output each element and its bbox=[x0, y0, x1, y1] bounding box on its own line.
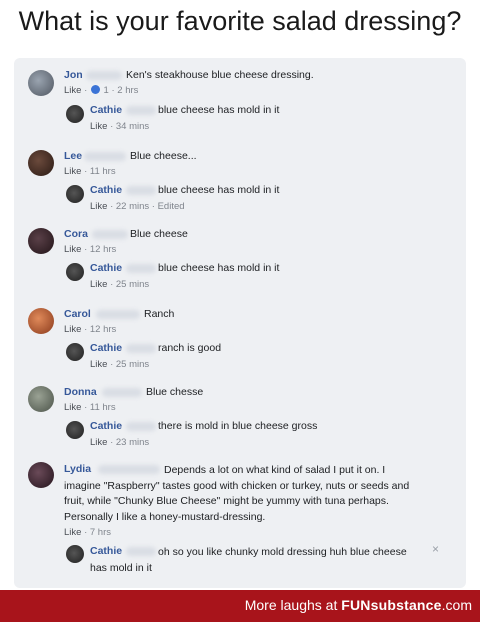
commenter-name[interactable]: Lee bbox=[64, 150, 82, 162]
redacted-surname bbox=[126, 344, 156, 353]
avatar[interactable] bbox=[66, 545, 84, 563]
commenter-name[interactable]: Jon bbox=[64, 69, 83, 81]
comment-text: Blue cheese... bbox=[130, 150, 197, 162]
redacted-surname bbox=[86, 71, 122, 80]
comment-meta: Like · 25 mins bbox=[90, 279, 150, 290]
comment-meta: Like · 11 hrs bbox=[64, 166, 116, 177]
meme-title: What is your favorite salad dressing? bbox=[18, 6, 462, 36]
like-link[interactable]: Like bbox=[64, 244, 81, 255]
comment-text: Depends a lot on what kind of salad I pu… bbox=[64, 464, 410, 523]
comment-meta: Like · 11 hrs bbox=[64, 402, 116, 413]
watermark-footer: More laughs at FUNsubstance.com bbox=[0, 590, 480, 622]
avatar[interactable] bbox=[66, 421, 84, 439]
avatar[interactable] bbox=[66, 343, 84, 361]
comment-text: Ken's steakhouse blue cheese dressing. bbox=[126, 69, 314, 81]
avatar[interactable] bbox=[28, 308, 54, 334]
avatar[interactable] bbox=[28, 228, 54, 254]
avatar[interactable] bbox=[28, 70, 54, 96]
close-icon[interactable]: × bbox=[432, 542, 439, 556]
redacted-surname bbox=[96, 310, 140, 319]
commenter-name[interactable]: Cathie bbox=[90, 184, 122, 196]
like-link[interactable]: Like bbox=[90, 437, 107, 448]
comments-panel: Jon Ken's steakhouse blue cheese dressin… bbox=[14, 58, 466, 588]
comment-meta: Like · 12 hrs bbox=[64, 324, 117, 335]
comment-meta: Like · 34 mins bbox=[90, 121, 150, 132]
like-link[interactable]: Like bbox=[64, 527, 81, 538]
like-link[interactable]: Like bbox=[90, 201, 107, 212]
commenter-name[interactable]: Cathie bbox=[90, 262, 122, 274]
like-link[interactable]: Like bbox=[64, 166, 81, 177]
commenter-name[interactable]: Carol bbox=[64, 308, 91, 320]
comment-text: Blue chesse bbox=[146, 386, 204, 398]
commenter-name[interactable]: Donna bbox=[64, 386, 97, 398]
like-link[interactable]: Like bbox=[64, 324, 81, 335]
like-link[interactable]: Like bbox=[90, 359, 107, 370]
like-link[interactable]: Like bbox=[64, 85, 81, 96]
comment-text: blue cheese has mold in it bbox=[158, 184, 280, 196]
like-link[interactable]: Like bbox=[90, 279, 107, 290]
comment-text: Ranch bbox=[144, 308, 175, 320]
redacted-surname bbox=[102, 388, 142, 397]
like-link[interactable]: Like bbox=[90, 121, 107, 132]
redacted-surname bbox=[126, 422, 156, 431]
comment-text: ranch is good bbox=[158, 342, 222, 354]
avatar[interactable] bbox=[66, 263, 84, 281]
comment-meta: Like · 25 mins bbox=[90, 359, 150, 370]
comment-meta: Like · 7 hrs bbox=[64, 527, 111, 538]
comment-text: blue cheese has mold in it bbox=[158, 104, 280, 116]
avatar[interactable] bbox=[66, 105, 84, 123]
watermark-text: More laughs at FUNsubstance.com bbox=[244, 597, 472, 613]
commenter-name[interactable]: Cathie bbox=[90, 104, 122, 116]
redacted-surname bbox=[126, 264, 156, 273]
comment-text: there is mold in blue cheese gross bbox=[158, 420, 318, 432]
commenter-name[interactable]: Cathie bbox=[90, 420, 122, 432]
commenter-name[interactable]: Cora bbox=[64, 228, 88, 240]
avatar[interactable] bbox=[28, 386, 54, 412]
comment-text: blue cheese has mold in it bbox=[158, 262, 280, 274]
redacted-surname bbox=[92, 230, 128, 239]
avatar[interactable] bbox=[66, 185, 84, 203]
comment-meta: Like · 1 · 2 hrs bbox=[64, 85, 139, 96]
redacted-surname bbox=[126, 106, 156, 115]
comment-meta: Like · 22 mins · Edited bbox=[90, 201, 185, 212]
commenter-name[interactable]: Cathie bbox=[90, 342, 122, 354]
comment-meta: Like · 23 mins bbox=[90, 437, 150, 448]
comment-meta: Like · 12 hrs bbox=[64, 244, 117, 255]
avatar[interactable] bbox=[28, 150, 54, 176]
redacted-surname bbox=[84, 152, 126, 161]
like-link[interactable]: Like bbox=[64, 402, 81, 413]
like-icon bbox=[90, 85, 100, 94]
redacted-surname bbox=[126, 186, 156, 195]
comment-text: oh so you like chunky mold dressing huh … bbox=[90, 546, 407, 574]
comment-text: Blue cheese bbox=[130, 228, 188, 240]
avatar[interactable] bbox=[28, 462, 54, 488]
